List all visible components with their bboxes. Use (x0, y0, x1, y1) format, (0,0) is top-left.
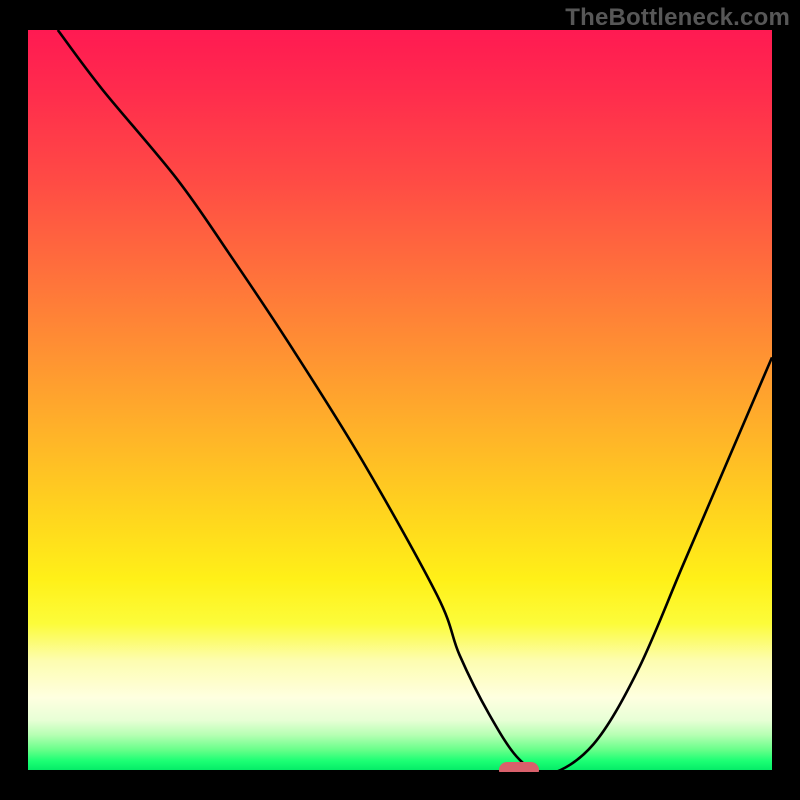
watermark-text: TheBottleneck.com (565, 4, 790, 32)
bottleneck-curve (28, 30, 772, 772)
chart-frame: TheBottleneck.com (0, 0, 800, 800)
plot-area (28, 30, 772, 772)
x-axis-baseline (28, 770, 772, 772)
optimal-marker (499, 762, 539, 772)
curve-path (58, 30, 772, 772)
